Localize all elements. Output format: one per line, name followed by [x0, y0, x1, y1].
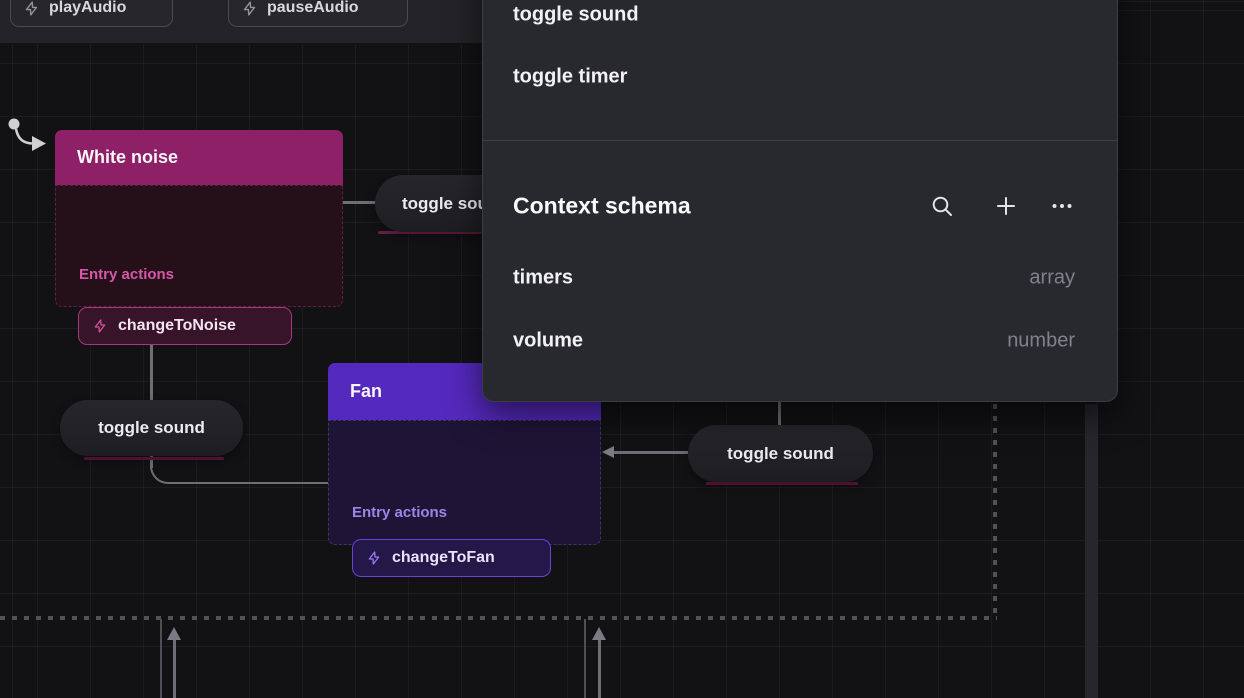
panel-event-item-toggle-timer[interactable]: toggle timer — [513, 66, 627, 89]
initial-state-arrow — [6, 115, 52, 155]
action-label: pauseAudio — [267, 0, 359, 17]
context-row-name[interactable]: volume — [513, 330, 583, 353]
event-label: toggle sound — [98, 418, 205, 438]
event-pill-toggle-sound-left[interactable]: toggle sound — [60, 400, 243, 456]
panel-event-item-toggle-sound[interactable]: toggle sound — [513, 4, 639, 27]
state-body: Entry actions changeToFan — [328, 420, 601, 545]
entry-action-chip-changeToNoise[interactable]: changeToNoise — [78, 307, 292, 345]
search-icon[interactable] — [929, 193, 955, 219]
parent-node-bottom[interactable]: playAudio pauseAudio — [0, 0, 482, 44]
parent-boundary-dashed-vertical — [993, 404, 997, 618]
edge-fan-to-togglesound — [168, 482, 328, 485]
transition-underline — [84, 457, 224, 460]
details-panel: toggle sound toggle timer Context schema… — [482, 0, 1118, 402]
arrowhead-bottom-left — [167, 627, 181, 640]
edge-enter-bottom-left — [173, 640, 176, 698]
action-button-playAudio[interactable]: playAudio — [10, 0, 173, 27]
entry-action-chip-changeToFan[interactable]: changeToFan — [352, 539, 551, 577]
parent-boundary-dashed-horizontal — [0, 616, 997, 620]
state-title: White noise — [77, 147, 178, 168]
edge-togglesound-to-fan — [614, 451, 688, 454]
context-row-type: number — [1007, 330, 1075, 353]
edge-exit-bottom-mid — [584, 619, 586, 698]
entry-actions-label: Entry actions — [352, 504, 447, 521]
arrowhead-bottom-mid — [592, 627, 606, 640]
edge-enter-bottom-mid — [598, 640, 601, 698]
edge-whitenoise-to-togglesound — [343, 201, 377, 204]
add-icon[interactable] — [993, 193, 1019, 219]
action-label: playAudio — [49, 0, 126, 17]
state-header[interactable]: White noise — [55, 130, 343, 185]
arrowhead-into-fan — [602, 446, 614, 458]
more-icon[interactable] — [1049, 193, 1075, 219]
edge-corner — [150, 466, 170, 484]
transition-underline — [706, 482, 858, 485]
bolt-icon — [241, 0, 258, 17]
bolt-icon — [92, 318, 108, 334]
event-label: toggle sound — [727, 444, 834, 464]
action-label: changeToNoise — [118, 317, 236, 335]
offscreen-node-edge — [1085, 404, 1098, 698]
bolt-icon — [366, 550, 382, 566]
edge-exit-bottom-left — [160, 619, 162, 698]
entry-actions-label: Entry actions — [79, 266, 174, 283]
state-node-white-noise[interactable]: White noise Entry actions changeToNoise — [55, 130, 343, 307]
edge-from-panel-to-togglesound — [778, 402, 781, 426]
state-title: Fan — [350, 381, 382, 402]
panel-divider — [483, 140, 1117, 141]
action-button-pauseAudio[interactable]: pauseAudio — [228, 0, 408, 27]
context-row-name[interactable]: timers — [513, 267, 573, 290]
event-pill-toggle-sound-right[interactable]: toggle sound — [688, 425, 873, 482]
state-body: Entry actions changeToNoise — [55, 185, 343, 307]
state-machine-canvas[interactable]: White noise Entry actions changeToNoise … — [0, 0, 1244, 698]
context-schema-heading: Context schema — [513, 193, 691, 220]
action-label: changeToFan — [392, 549, 495, 567]
bolt-icon — [23, 0, 40, 17]
context-row-type: array — [1029, 267, 1075, 290]
